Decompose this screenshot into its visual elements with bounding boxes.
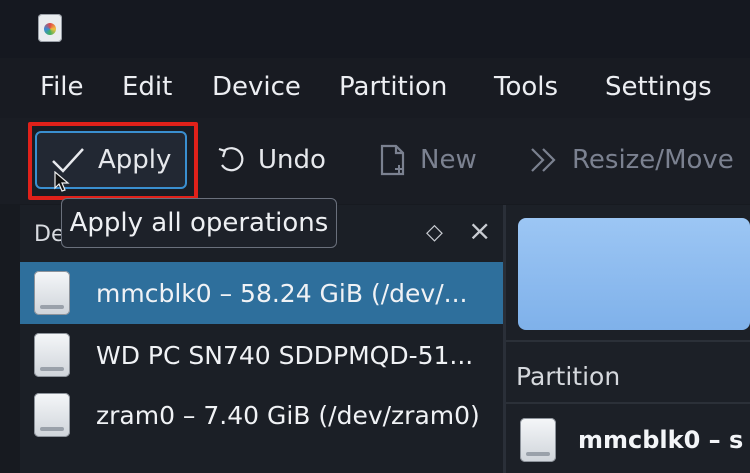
menu-settings[interactable]: Settings: [605, 72, 712, 102]
menu-device[interactable]: Device: [212, 72, 301, 102]
drive-icon: [34, 393, 70, 437]
device-item-wd-sn740[interactable]: WD PC SN740 SDDPMQD-51...: [20, 324, 504, 386]
menu-file[interactable]: File: [40, 72, 84, 102]
resize-move-label: Resize/Move: [572, 145, 734, 175]
undo-button[interactable]: Undo: [216, 140, 326, 180]
drive-icon: [34, 271, 70, 315]
apply-tooltip: Apply all operations: [61, 198, 337, 248]
undo-label: Undo: [258, 145, 326, 175]
diamond-icon[interactable]: ◇: [426, 220, 443, 245]
menu-tools[interactable]: Tools: [494, 72, 558, 102]
partition-manager-app-icon[interactable]: [38, 14, 62, 42]
undo-icon: [218, 147, 244, 172]
resize-move-button[interactable]: Resize/Move: [528, 140, 734, 180]
close-icon[interactable]: ×: [468, 214, 491, 247]
device-item-zram0[interactable]: zram0 – 7.40 GiB (/dev/zram0): [20, 384, 504, 446]
device-label: zram0 – 7.40 GiB (/dev/zram0): [96, 400, 480, 430]
mouse-cursor-icon: [54, 171, 70, 192]
new-document-icon: [380, 144, 405, 176]
partition-column-header[interactable]: Partition: [516, 362, 620, 391]
new-partition-button[interactable]: New: [378, 140, 477, 180]
device-label: WD PC SN740 SDDPMQD-51...: [96, 340, 474, 370]
menu-edit[interactable]: Edit: [122, 72, 172, 102]
devices-panel-title: De: [34, 222, 65, 247]
new-label: New: [420, 145, 477, 175]
menu-partition[interactable]: Partition: [339, 72, 447, 102]
device-label: mmcblk0 – 58.24 GiB (/dev/...: [96, 278, 468, 308]
drive-icon: [520, 418, 556, 462]
partition-table-row[interactable]: mmcblk0 – s: [506, 410, 750, 470]
partition-graphic[interactable]: [518, 218, 750, 330]
double-chevron-right-icon: [531, 148, 556, 172]
divider: [506, 340, 750, 342]
partition-row-label: mmcblk0 – s: [578, 426, 744, 454]
title-bar: [0, 0, 750, 58]
device-item-mmcblk0[interactable]: mmcblk0 – 58.24 GiB (/dev/...: [20, 262, 504, 324]
divider: [506, 402, 750, 404]
drive-icon: [34, 333, 70, 377]
